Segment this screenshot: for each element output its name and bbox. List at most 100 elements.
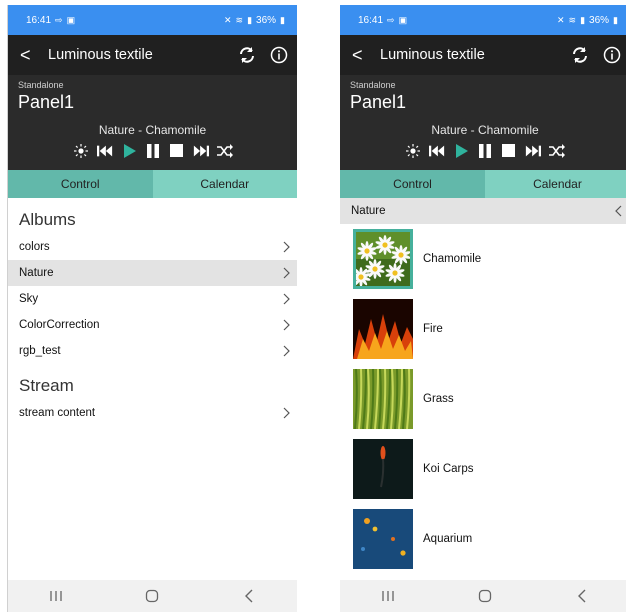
pause-icon[interactable] (477, 143, 493, 159)
thumbnail-image (353, 369, 413, 429)
next-icon[interactable] (525, 143, 541, 159)
back-arrow-icon[interactable]: < (352, 45, 374, 66)
play-icon[interactable] (121, 143, 137, 159)
recent-apps-icon[interactable] (368, 586, 408, 606)
chevron-right-icon (283, 407, 290, 419)
mute-icon: ✕ (556, 14, 565, 25)
album-label: colors (19, 241, 50, 253)
refresh-icon[interactable] (237, 45, 257, 65)
next-icon[interactable] (193, 143, 209, 159)
control-screen: 16:41 ⇨ ▣ ✕ ≋ ▮ 36% ▮ < Luminous textile… (7, 5, 297, 612)
stream-label: stream content (19, 407, 96, 419)
animation-list: Chamomile Fire Grass Koi Carps Aquarium (340, 224, 626, 574)
playback-controls (340, 143, 626, 159)
stream-item[interactable]: stream content (8, 400, 297, 426)
album-item[interactable]: rgb_test (8, 338, 297, 364)
home-icon[interactable] (465, 586, 505, 606)
animation-item[interactable]: Chamomile (340, 224, 626, 294)
system-nav-bar (340, 580, 626, 612)
album-label: Sky (19, 293, 39, 305)
category-breadcrumb[interactable]: Nature (340, 198, 626, 224)
wifi-icon: ≋ (568, 14, 577, 25)
albums-heading: Albums (19, 210, 76, 229)
info-icon[interactable] (269, 45, 289, 65)
stream-heading: Stream (19, 376, 74, 395)
animation-label: Grass (423, 393, 454, 405)
now-playing: Nature - Chamomile (98, 123, 207, 137)
thumbnail-image (353, 299, 413, 359)
brightness-icon[interactable] (73, 143, 89, 159)
animation-item[interactable]: Koi Carps (340, 434, 626, 504)
wifi-icon: ≋ (235, 14, 244, 25)
app-bar: < Luminous textile (340, 35, 626, 75)
panel-header: Standalone Panel1 Nature - Chamomile (340, 75, 626, 170)
signal-icon: ▮ (580, 14, 586, 25)
info-icon[interactable] (602, 45, 622, 65)
signal-icon: ▮ (247, 14, 253, 25)
play-icon[interactable] (453, 143, 469, 159)
animation-item[interactable]: Fire (340, 294, 626, 364)
stop-icon[interactable] (169, 143, 185, 159)
panel-mode: Standalone (350, 80, 396, 90)
chevron-left-icon[interactable] (614, 205, 624, 217)
battery-level: 36% (589, 14, 610, 26)
thumbnail-image (353, 509, 413, 569)
back-nav-icon[interactable] (562, 586, 602, 606)
image-icon: ▣ (66, 14, 76, 25)
album-item[interactable]: colors (8, 234, 297, 260)
animation-item[interactable]: Aquarium (340, 504, 626, 574)
album-label: Nature (19, 267, 54, 279)
previous-icon[interactable] (96, 143, 113, 159)
animation-label: Aquarium (423, 533, 473, 545)
panel-name: Panel1 (350, 92, 407, 112)
tab-bar: Control Calendar (8, 170, 297, 198)
app-title: Luminous textile (48, 47, 153, 63)
chevron-right-icon (283, 319, 290, 331)
album-item[interactable]: Nature (8, 260, 297, 286)
chevron-right-icon (283, 267, 290, 279)
battery-icon: ▮ (280, 14, 285, 25)
mute-icon: ✕ (223, 14, 232, 25)
category-screen: 16:41 ⇨ ▣ ✕ ≋ ▮ 36% ▮ < Luminous textile… (340, 5, 626, 612)
album-label: rgb_test (19, 345, 61, 357)
home-icon[interactable] (132, 586, 172, 606)
chevron-right-icon (283, 293, 290, 305)
back-arrow-icon[interactable]: < (20, 45, 42, 66)
chevron-right-icon (283, 345, 290, 357)
brightness-icon[interactable] (405, 143, 421, 159)
tab-bar: Control Calendar (340, 170, 626, 198)
pause-icon[interactable] (145, 143, 161, 159)
app-title: Luminous textile (380, 47, 485, 63)
tab-calendar[interactable]: Calendar (485, 170, 626, 198)
panel-mode: Standalone (18, 80, 64, 90)
tab-control[interactable]: Control (8, 170, 153, 198)
shuffle-icon[interactable] (549, 143, 565, 159)
animation-label: Chamomile (423, 253, 482, 265)
refresh-icon[interactable] (570, 45, 590, 65)
album-item[interactable]: ColorCorrection (8, 312, 297, 338)
clock: 16:41 (26, 14, 52, 26)
cast-icon: ⇨ (55, 14, 63, 25)
clock: 16:41 (358, 14, 384, 26)
back-nav-icon[interactable] (229, 586, 269, 606)
stream-list: stream content (8, 400, 297, 426)
tab-control[interactable]: Control (340, 170, 485, 198)
status-bar: 16:41 ⇨ ▣ ✕ ≋ ▮ 36% ▮ (340, 5, 626, 35)
cast-icon: ⇨ (387, 14, 395, 25)
albums-list: colors Nature Sky ColorCorrection rgb_test (8, 234, 297, 364)
chevron-right-icon (283, 241, 290, 253)
status-bar: 16:41 ⇨ ▣ ✕ ≋ ▮ 36% ▮ (8, 5, 297, 35)
previous-icon[interactable] (429, 143, 445, 159)
animation-item[interactable]: Grass (340, 364, 626, 434)
playback-controls (8, 143, 297, 159)
album-label: ColorCorrection (19, 319, 100, 331)
thumbnail-image (353, 229, 413, 289)
album-item[interactable]: Sky (8, 286, 297, 312)
now-playing: Nature - Chamomile (431, 123, 539, 137)
app-bar: < Luminous textile (8, 35, 297, 75)
breadcrumb-label: Nature (351, 205, 386, 217)
recent-apps-icon[interactable] (36, 586, 76, 606)
stop-icon[interactable] (501, 143, 517, 159)
tab-calendar[interactable]: Calendar (152, 170, 297, 198)
shuffle-icon[interactable] (216, 143, 233, 159)
